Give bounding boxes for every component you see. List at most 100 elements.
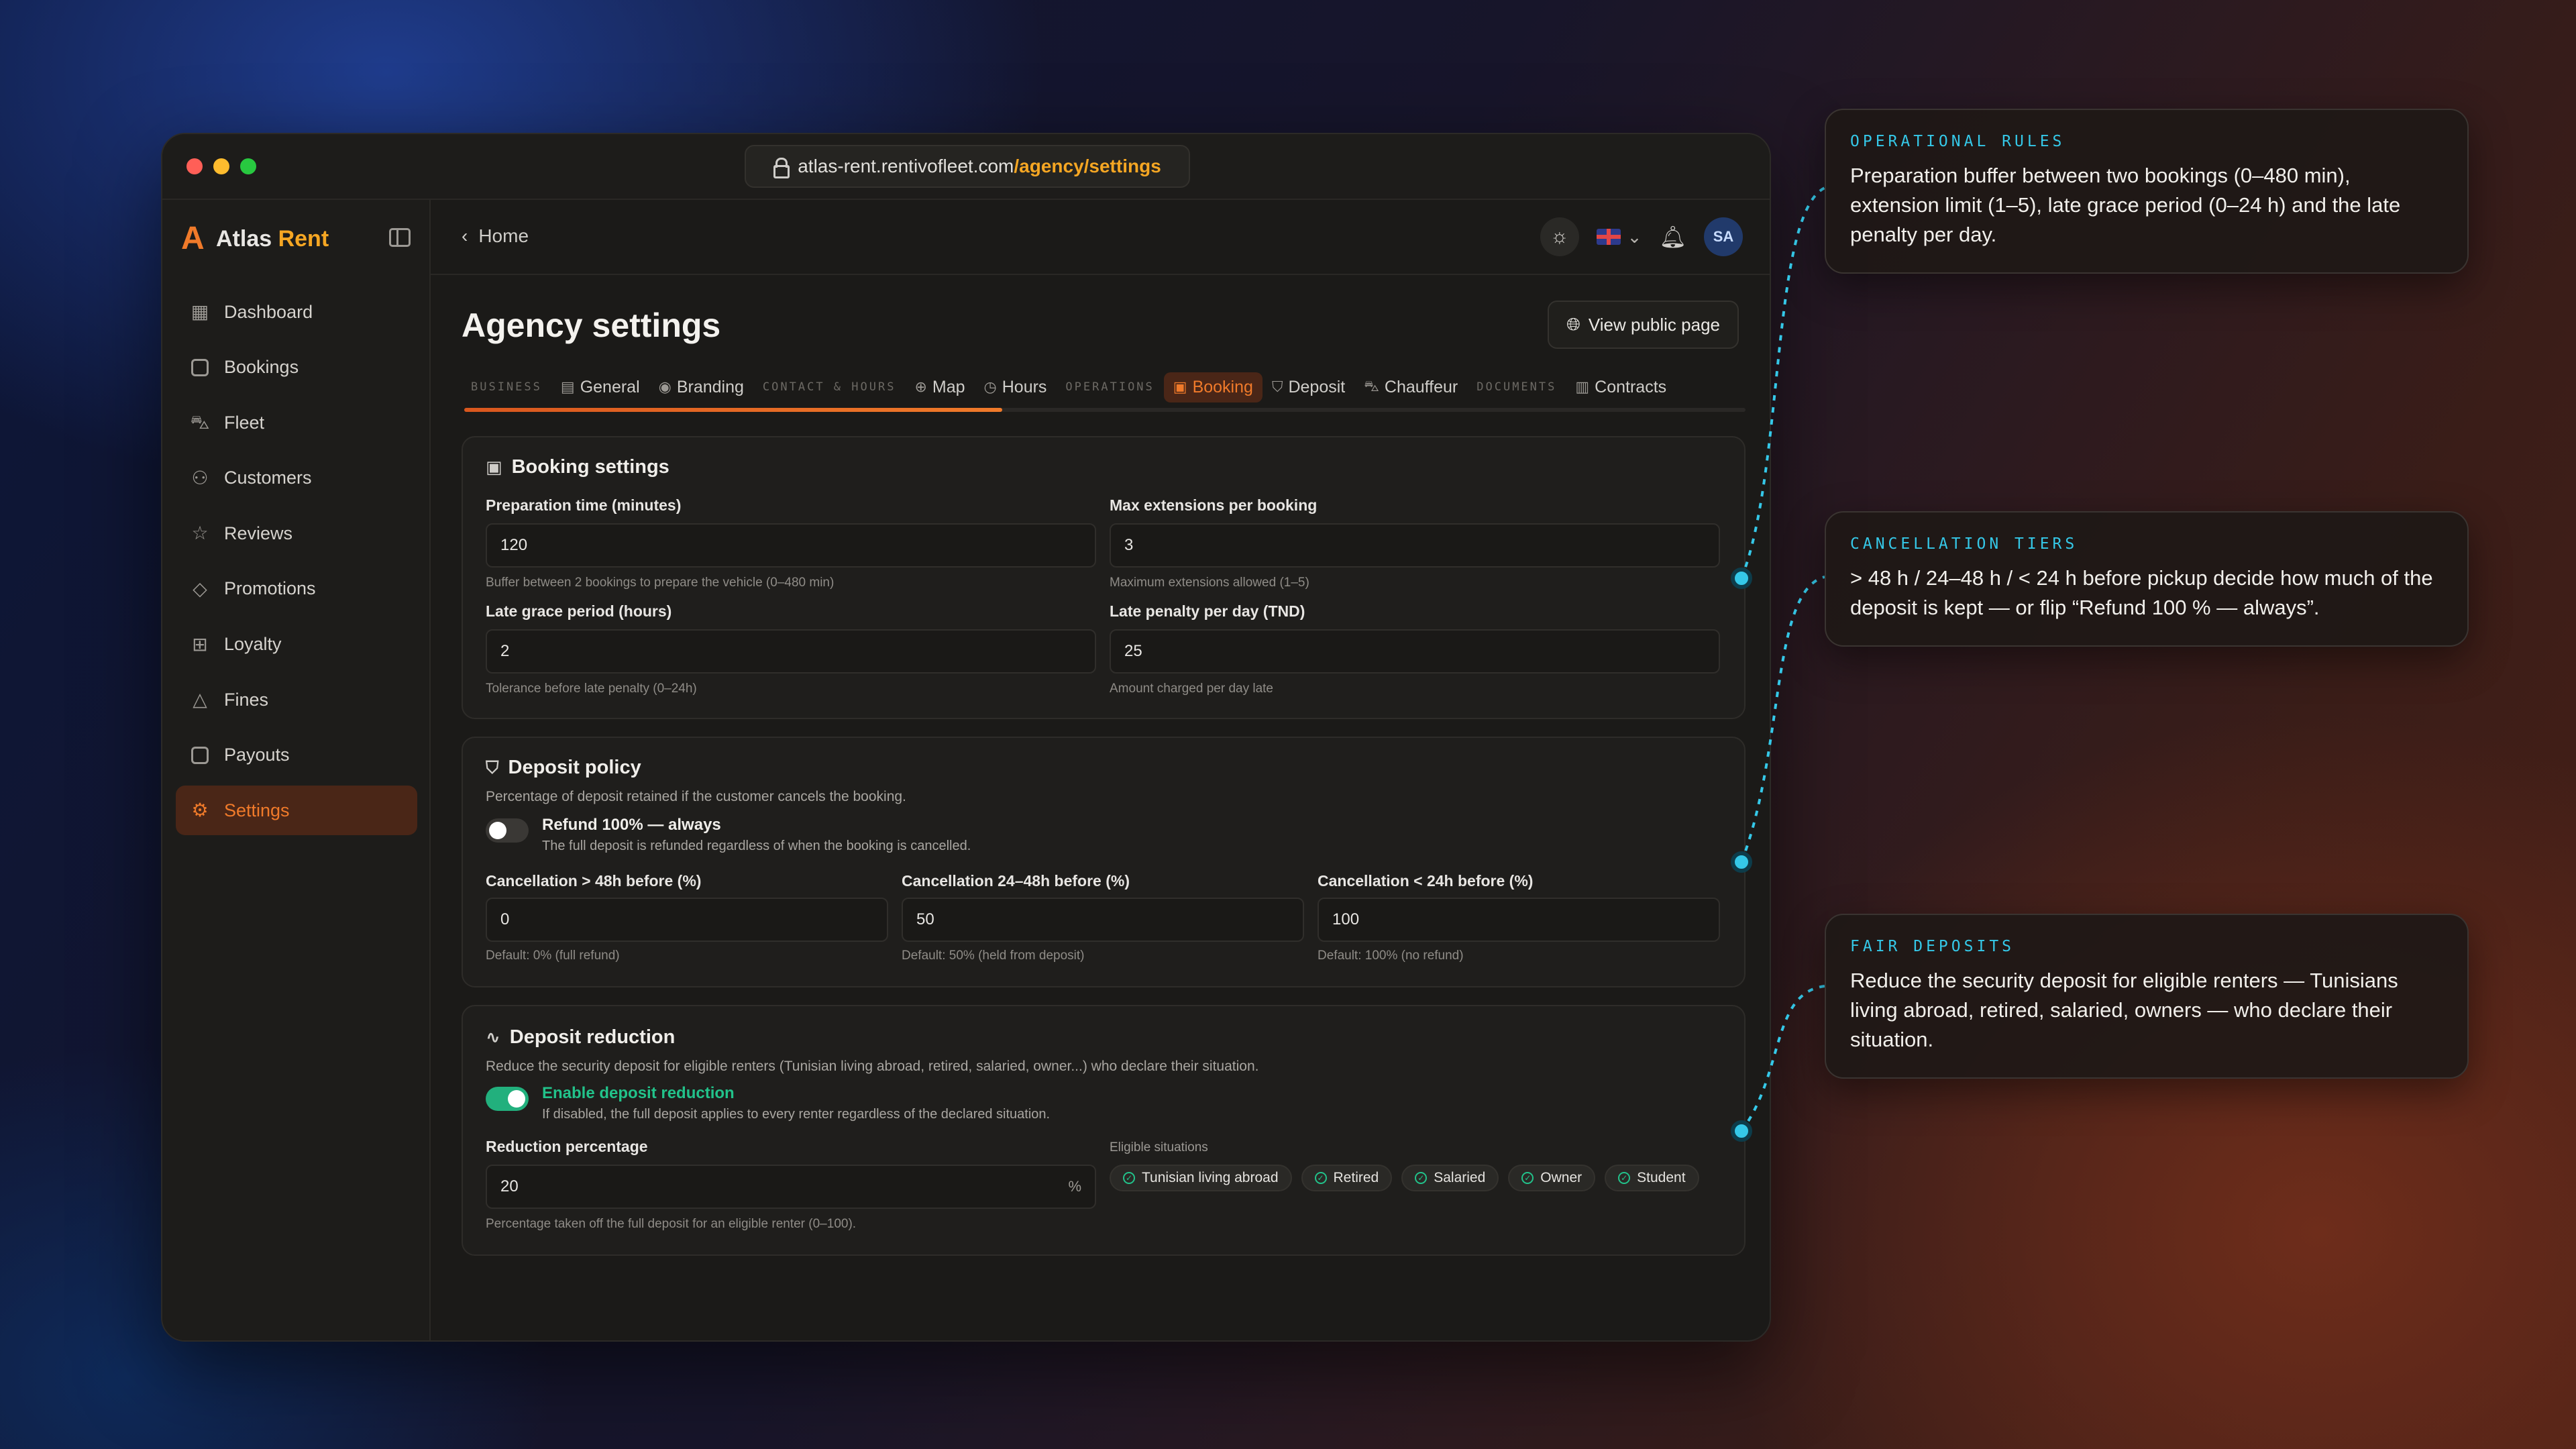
callout-text: Preparation buffer between two bookings …	[1850, 164, 2401, 246]
sidebar-item-promotions[interactable]: ◇ Promotions	[176, 564, 417, 614]
sidebar-item-reviews[interactable]: ☆ Reviews	[176, 508, 417, 558]
brand-name-accent: Rent	[278, 225, 329, 252]
close-window-button[interactable]	[186, 158, 203, 174]
sidebar-item-fines[interactable]: △ Fines	[176, 675, 417, 724]
tab-deposit[interactable]: ⛉ Deposit	[1263, 372, 1354, 402]
sidebar-item-customers[interactable]: ⚇ Customers	[176, 453, 417, 503]
grace-period-input[interactable]: 2	[486, 629, 1096, 674]
tab-contracts[interactable]: ▥ Contracts	[1566, 372, 1676, 402]
card-title: ∿ Deposit reduction	[486, 1026, 675, 1049]
minimize-window-button[interactable]	[213, 158, 229, 174]
car-icon: ⛍	[1364, 377, 1379, 394]
toggle-knob	[508, 1090, 525, 1108]
tab-map[interactable]: ⊕ Map	[905, 372, 974, 402]
cancellation-48h-label: Cancellation > 48h before (%)	[486, 872, 702, 890]
chip-label: Student	[1637, 1170, 1686, 1185]
brand-logo[interactable]: A Atlas Rent	[181, 221, 329, 256]
tab-label: Hours	[1002, 377, 1047, 396]
reduction-percentage-input[interactable]: 20 %	[486, 1165, 1096, 1209]
view-public-label: View public page	[1588, 314, 1720, 335]
cancellation-48h-input[interactable]: 0	[486, 898, 888, 942]
theme-toggle-button[interactable]: ☼	[1540, 217, 1579, 256]
document-icon: ▤	[560, 378, 575, 395]
sidebar-item-payouts[interactable]: Payouts	[176, 731, 417, 780]
tab-booking[interactable]: ▣ Booking	[1163, 372, 1263, 402]
situation-chip[interactable]: ✓ Retired	[1301, 1165, 1393, 1191]
callout-text: > 48 h / 24–48 h / < 24 h before pickup …	[1850, 566, 2433, 619]
sidebar-item-label: Promotions	[224, 578, 316, 599]
brand-name: Atlas	[216, 225, 272, 252]
activity-icon: ∿	[486, 1027, 500, 1047]
chip-label: Retired	[1333, 1170, 1379, 1185]
cancellation-24-48h-help: Default: 50% (held from deposit)	[902, 949, 1085, 963]
gear-icon: ⚙	[191, 800, 209, 821]
situation-chip[interactable]: ✓ Owner	[1508, 1165, 1596, 1191]
late-penalty-input[interactable]: 25	[1110, 629, 1720, 674]
sidebar-item-label: Customers	[224, 468, 312, 488]
callout-tag: CANCELLATION TIERS	[1850, 535, 2078, 553]
late-penalty-help: Amount charged per day late	[1110, 682, 1273, 696]
back-label: Home	[478, 225, 529, 246]
uk-flag-icon	[1596, 229, 1621, 245]
situation-chip[interactable]: ✓ Student	[1605, 1165, 1699, 1191]
check-circle-icon: ✓	[1618, 1172, 1631, 1184]
enable-reduction-subtitle: If disabled, the full deposit applies to…	[542, 1107, 1051, 1122]
enable-reduction-toggle[interactable]	[486, 1087, 529, 1111]
sidebar-item-fleet[interactable]: ⛍ Fleet	[176, 398, 417, 447]
tab-label: Chauffeur	[1384, 377, 1458, 396]
prep-time-input[interactable]: 120	[486, 523, 1096, 568]
situation-chip[interactable]: ✓ Tunisian living abroad	[1110, 1165, 1292, 1191]
cancellation-24h-input[interactable]: 100	[1318, 898, 1720, 942]
tab-chauffeur[interactable]: ⛍ Chauffeur	[1354, 372, 1467, 402]
view-public-page-button[interactable]: 🌐︎ View public page	[1548, 301, 1739, 349]
shield-icon: ⛉	[1271, 378, 1283, 395]
lock-icon	[773, 158, 790, 178]
percent-suffix: %	[1068, 1178, 1081, 1195]
tab-general[interactable]: ▤ General	[551, 372, 649, 402]
settings-tabs: BUSINESS ▤ General ◉ Branding CONTACT & HO…	[462, 368, 1743, 407]
deposit-policy-card: ⛉ Deposit policy Percentage of deposit r…	[462, 737, 1746, 987]
address-bar[interactable]: atlas-rent.rentivofleet.com/agency/setti…	[745, 145, 1190, 188]
check-circle-icon: ✓	[1314, 1172, 1327, 1184]
back-link[interactable]: ‹ Home	[462, 225, 529, 247]
avatar[interactable]: SA	[1704, 217, 1743, 256]
tab-group-contact: CONTACT & HOURS	[762, 380, 896, 394]
sun-icon: ☼	[1550, 225, 1569, 248]
reduction-percentage-help: Percentage taken off the full deposit fo…	[486, 1217, 857, 1231]
language-selector[interactable]: ⌄	[1596, 227, 1642, 248]
toggle-knob	[489, 822, 506, 839]
clock-icon: ◷	[983, 378, 997, 395]
grace-period-help: Tolerance before late penalty (0–24h)	[486, 682, 697, 696]
card-title: ▣ Booking settings	[486, 456, 669, 478]
max-extensions-help: Maximum extensions allowed (1–5)	[1110, 576, 1309, 590]
tabs-progress-bar	[464, 408, 1746, 412]
sidebar-item-dashboard[interactable]: ▦ Dashboard	[176, 287, 417, 337]
maximize-window-button[interactable]	[240, 158, 256, 174]
cancellation-24h-help: Default: 100% (no refund)	[1318, 949, 1464, 963]
sidebar-item-loyalty[interactable]: ⊞ Loyalty	[176, 620, 417, 669]
tab-hours[interactable]: ◷ Hours	[975, 372, 1057, 402]
chip-label: Owner	[1540, 1170, 1582, 1185]
chip-label: Salaried	[1434, 1170, 1486, 1185]
sidebar-nav: ▦ Dashboard Bookings ⛍ Fleet ⚇ Customers…	[176, 287, 417, 841]
eligible-situations-chips: ✓ Tunisian living abroad ✓ Retired ✓ Salari…	[1110, 1165, 1699, 1191]
refund-always-toggle[interactable]	[486, 818, 529, 843]
top-bar: ‹ Home ☼ ⌄ 🔔︎ SA	[431, 200, 1770, 275]
eligible-situations-label: Eligible situations	[1110, 1140, 1208, 1155]
grace-period-label: Late grace period (hours)	[486, 602, 672, 620]
card-title: ⛉ Deposit policy	[486, 757, 641, 779]
tab-branding[interactable]: ◉ Branding	[649, 372, 753, 402]
sidebar-toggle-icon[interactable]	[389, 228, 411, 247]
cancellation-24-48h-input[interactable]: 50	[902, 898, 1304, 942]
sidebar-item-label: Settings	[224, 800, 290, 820]
atlas-logo-icon: A	[181, 221, 205, 256]
sidebar-item-settings[interactable]: ⚙ Settings	[176, 786, 417, 836]
sidebar-item-bookings[interactable]: Bookings	[176, 343, 417, 392]
max-extensions-input[interactable]: 3	[1110, 523, 1720, 568]
main-content: ‹ Home ☼ ⌄ 🔔︎ SA Agency settings 🌐︎ View…	[431, 200, 1770, 1340]
check-circle-icon: ✓	[1123, 1172, 1135, 1184]
title-bar: atlas-rent.rentivofleet.com/agency/setti…	[162, 134, 1770, 200]
bell-icon[interactable]: 🔔︎	[1659, 224, 1686, 250]
cancellation-24-48h-label: Cancellation 24–48h before (%)	[902, 872, 1130, 890]
situation-chip[interactable]: ✓ Salaried	[1401, 1165, 1499, 1191]
